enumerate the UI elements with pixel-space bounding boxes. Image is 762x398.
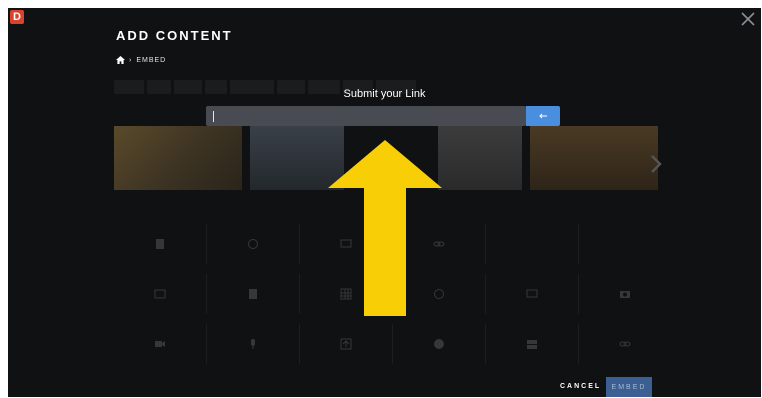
card-image xyxy=(530,126,658,190)
card-image xyxy=(438,126,522,190)
grid-cell xyxy=(579,224,671,264)
grid-cell xyxy=(579,274,671,314)
video-icon xyxy=(155,341,165,347)
card-image xyxy=(114,126,242,190)
embed-button[interactable]: EMBED xyxy=(606,377,652,397)
image-icon xyxy=(154,289,166,299)
cancel-button[interactable]: CANCEL xyxy=(560,383,601,390)
breadcrumb-current: EMBED xyxy=(136,56,167,64)
document-icon xyxy=(156,239,164,249)
grid-cell xyxy=(393,324,486,364)
grid-cell xyxy=(207,274,300,314)
globe-icon xyxy=(434,339,444,349)
camera-icon xyxy=(620,291,630,298)
featured-card xyxy=(438,126,522,190)
document-icon xyxy=(249,289,257,299)
link-icon xyxy=(619,341,631,347)
chevron-right-icon[interactable] xyxy=(650,154,662,174)
home-icon[interactable] xyxy=(116,56,125,64)
grid-cell xyxy=(486,224,579,264)
breadcrumb: › EMBED xyxy=(116,56,166,64)
arrow-left-icon xyxy=(539,113,547,119)
grid-cell xyxy=(486,274,579,314)
breadcrumb-separator: › xyxy=(129,56,133,64)
featured-card xyxy=(530,126,658,190)
clock-icon xyxy=(248,239,258,249)
submit-link-title: Submit your Link xyxy=(343,88,426,100)
grid-cell xyxy=(579,324,671,364)
submit-link-button[interactable] xyxy=(526,106,560,126)
monitor-icon xyxy=(526,289,538,298)
grid-cell xyxy=(300,324,393,364)
cards-icon xyxy=(527,340,537,349)
grid-cell xyxy=(207,324,300,364)
grid-cell xyxy=(114,324,207,364)
grid-cell xyxy=(486,324,579,364)
app-logo: D xyxy=(10,10,24,24)
close-icon[interactable] xyxy=(739,10,757,28)
link-input[interactable] xyxy=(206,106,526,126)
embed-options-row xyxy=(114,324,671,364)
grid-cell xyxy=(114,274,207,314)
arrow-up-icon xyxy=(328,140,442,316)
upload-icon xyxy=(340,338,352,350)
grid-cell xyxy=(114,224,207,264)
add-content-overlay: D ADD CONTENT › EMBED Submit your Link C… xyxy=(8,8,761,397)
microphone-icon xyxy=(251,339,255,349)
text-caret xyxy=(213,111,214,122)
page-title: ADD CONTENT xyxy=(116,28,233,43)
grid-cell xyxy=(207,224,300,264)
featured-card xyxy=(114,126,242,190)
